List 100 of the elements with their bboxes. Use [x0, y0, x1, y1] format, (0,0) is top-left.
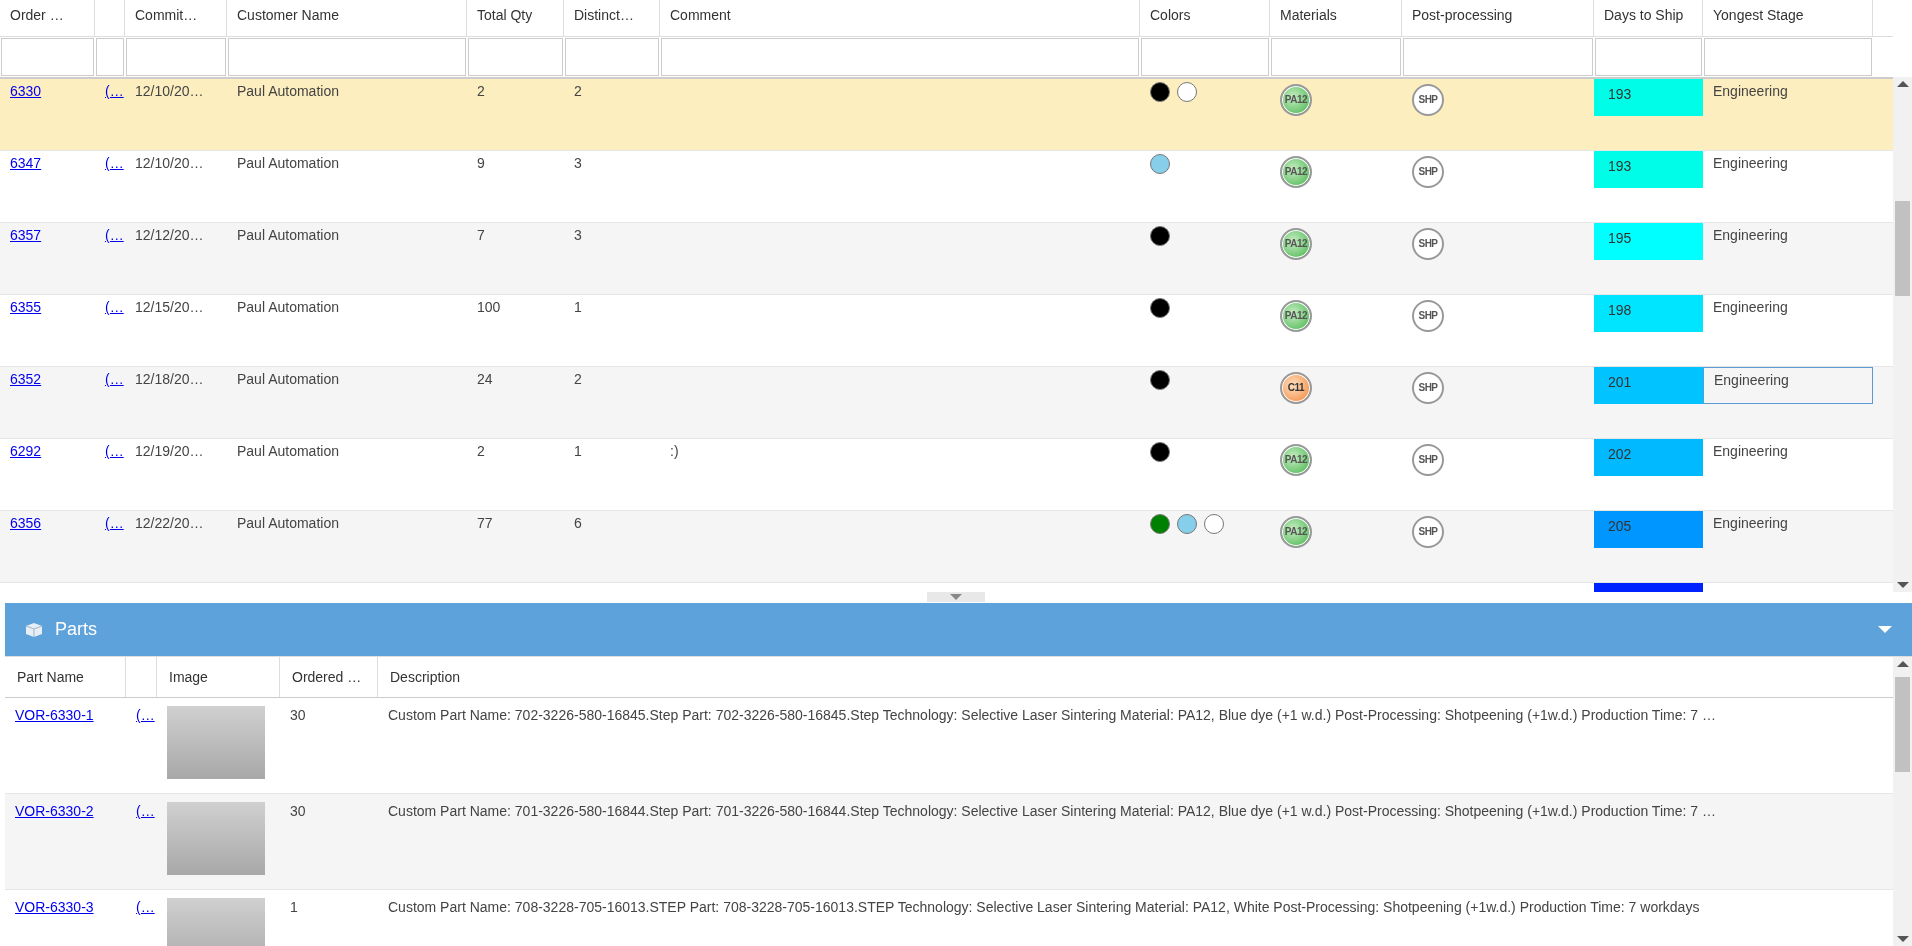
filter-field[interactable] [1595, 38, 1702, 76]
column-header[interactable]: Ordered … [280, 657, 378, 697]
days-cell: 201 [1594, 367, 1703, 404]
details-link[interactable]: (… [105, 227, 124, 243]
column-header[interactable]: Comment [660, 0, 1140, 36]
order-link[interactable]: 6352 [10, 371, 42, 387]
details-link[interactable]: (… [136, 899, 155, 915]
scrollbar[interactable] [1893, 657, 1912, 946]
process-badge: SHP [1412, 516, 1444, 548]
order-link[interactable]: 6357 [10, 227, 42, 243]
filter-field[interactable] [228, 38, 466, 76]
filter-field[interactable] [1403, 38, 1593, 76]
column-header[interactable]: Materials [1270, 0, 1402, 36]
order-link[interactable]: 6330 [10, 83, 42, 99]
table-cell: 30 [290, 803, 306, 819]
table-cell: 2 [477, 443, 485, 459]
details-link[interactable]: (… [105, 83, 124, 99]
table-cell: :) [670, 443, 679, 459]
column-header[interactable]: Customer Name [227, 0, 467, 36]
part-link[interactable]: VOR-6330-3 [15, 899, 94, 915]
details-link[interactable]: (… [136, 707, 155, 723]
process-badge: SHP [1412, 228, 1444, 260]
days-cell: 202 [1594, 439, 1703, 476]
table-cell: 3 [574, 155, 582, 171]
table-row[interactable]: 6356 (… 12/22/20… Paul Automation 77 6 PA12 SHP 205 Engineering [0, 511, 1893, 583]
days-cell: 195 [1594, 223, 1703, 260]
table-row[interactable]: 6330 (… 12/10/20… Paul Automation 2 2 PA12 SHP 193 Engineering [0, 79, 1893, 151]
process-badge: SHP [1412, 156, 1444, 188]
table-cell: Engineering [1713, 227, 1788, 243]
cube-icon [25, 621, 43, 638]
table-cell: Paul Automation [237, 227, 339, 243]
column-header[interactable]: Image [157, 657, 280, 697]
filter-field[interactable] [565, 38, 659, 76]
table-row[interactable]: 6355 (… 12/15/20… Paul Automation 100 1 PA12 SHP 198 Engineering [0, 295, 1893, 367]
panel-title: Parts [55, 619, 97, 640]
table-cell: 12/10/20… [135, 83, 204, 99]
column-header[interactable]: Distinct… [564, 0, 660, 36]
days-cell: 193 [1594, 151, 1703, 188]
filter-field[interactable] [96, 38, 124, 76]
details-link[interactable]: (… [105, 443, 124, 459]
table-cell: 1 [574, 299, 582, 315]
table-cell: Paul Automation [237, 83, 339, 99]
table-cell: 77 [477, 515, 493, 531]
process-badge: SHP [1412, 444, 1444, 476]
column-header[interactable]: Post-processing [1402, 0, 1594, 36]
table-cell: Custom Part Name: 702-3226-580-16845.Step Part: 702-3226-580-16845.Step Technology: Selective Laser Sintering Material: PA12, Blue dye (+1 w.d.) Post-Processing: Shotpeening (+1w.d.) Production Time: 7 … [388, 707, 1716, 723]
table-cell: 12/19/20… [135, 443, 204, 459]
column-header[interactable]: Colors [1140, 0, 1270, 36]
table-row[interactable]: 6347 (… 12/10/20… Paul Automation 9 3 PA12 SHP 193 Engineering [0, 151, 1893, 223]
table-cell: 12/18/20… [135, 371, 204, 387]
column-header[interactable]: Description [378, 657, 1893, 697]
details-link[interactable]: (… [105, 371, 124, 387]
column-header[interactable]: Order … [0, 0, 95, 36]
material-badge: PA12 [1280, 156, 1312, 188]
order-link[interactable]: 6356 [10, 515, 42, 531]
column-header[interactable]: Part Name [5, 657, 126, 697]
details-link[interactable]: (… [136, 803, 155, 819]
table-cell: Paul Automation [237, 371, 339, 387]
material-badge: PA12 [1280, 228, 1312, 260]
order-link[interactable]: 6347 [10, 155, 42, 171]
collapse-icon[interactable] [1878, 626, 1892, 633]
focused-cell[interactable]: Engineering [1703, 367, 1873, 404]
filter-field[interactable] [1271, 38, 1401, 76]
material-badge: C11 [1280, 372, 1312, 404]
table-cell: Engineering [1714, 372, 1789, 388]
process-badge: SHP [1412, 300, 1444, 332]
table-cell: 3 [574, 227, 582, 243]
filter-field[interactable] [1141, 38, 1269, 76]
table-row[interactable]: 6292 (… 12/19/20… Paul Automation 2 1 :) PA12 SHP 202 Engineering [0, 439, 1893, 511]
details-link[interactable]: (… [105, 515, 124, 531]
details-link[interactable]: (… [105, 299, 124, 315]
table-cell: 7 [477, 227, 485, 243]
order-link[interactable]: 6292 [10, 443, 42, 459]
table-cell: Engineering [1713, 155, 1788, 171]
table-cell: Engineering [1713, 83, 1788, 99]
table-cell: 12/12/20… [135, 227, 204, 243]
part-link[interactable]: VOR-6330-2 [15, 803, 94, 819]
table-cell: 12/15/20… [135, 299, 204, 315]
column-header[interactable]: Days to Ship [1594, 0, 1703, 36]
days-cell: 198 [1594, 295, 1703, 332]
filter-field[interactable] [1, 38, 94, 76]
order-link[interactable]: 6355 [10, 299, 42, 315]
table-cell: Paul Automation [237, 515, 339, 531]
column-header[interactable]: Commit… [125, 0, 227, 36]
table-row[interactable]: 6357 (… 12/12/20… Paul Automation 7 3 PA12 SHP 195 Engineering [0, 223, 1893, 295]
table-row[interactable]: 6352 (… 12/18/20… Paul Automation 24 2 C11 SHP 201 Engineering [0, 367, 1893, 439]
table-cell: 1 [290, 899, 298, 915]
material-badge: PA12 [1280, 84, 1312, 116]
column-header[interactable]: Total Qty [467, 0, 564, 36]
filter-field[interactable] [468, 38, 563, 76]
details-link[interactable]: (… [105, 155, 124, 171]
filter-field[interactable] [1704, 38, 1872, 76]
table-cell: Paul Automation [237, 155, 339, 171]
table-cell: 24 [477, 371, 493, 387]
filter-field[interactable] [126, 38, 226, 76]
column-header[interactable]: Yongest Stage [1703, 0, 1873, 36]
scrollbar[interactable] [1893, 77, 1912, 592]
table-cell: Engineering [1713, 299, 1788, 315]
filter-field[interactable] [661, 38, 1139, 76]
part-link[interactable]: VOR-6330-1 [15, 707, 94, 723]
